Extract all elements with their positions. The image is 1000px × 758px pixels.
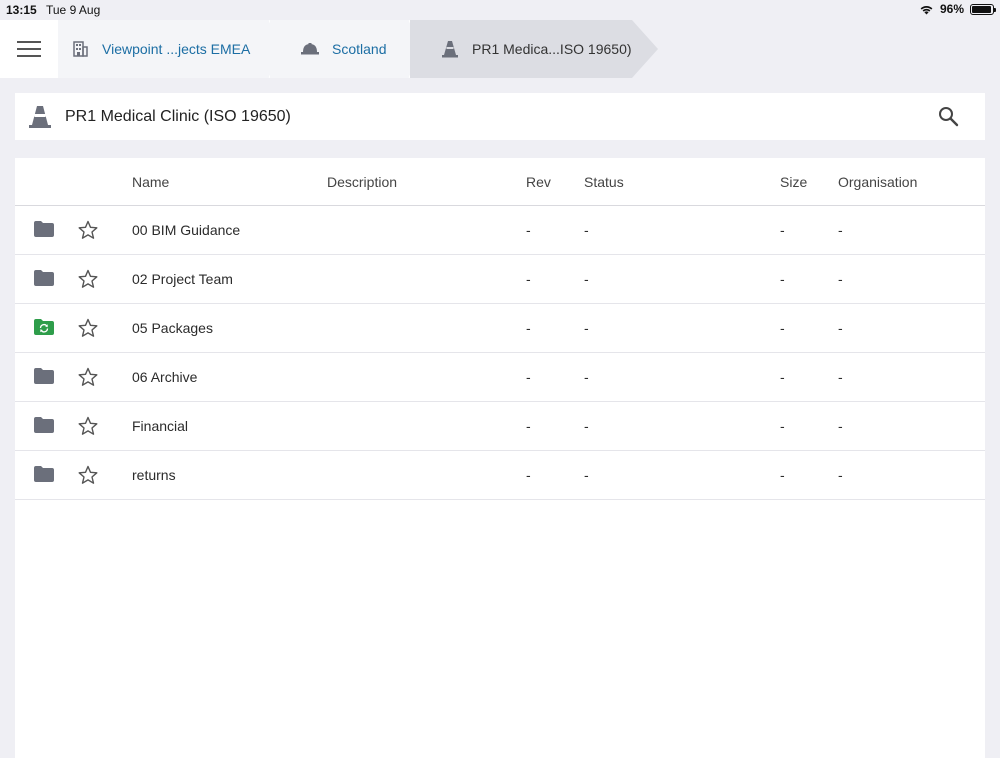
cell-status: -: [584, 369, 589, 385]
table-row[interactable]: 02 Project Team - - - -: [15, 255, 985, 304]
traffic-cone-icon: [29, 105, 51, 129]
hard-hat-icon: [300, 39, 320, 59]
cell-status: -: [584, 320, 589, 336]
star-icon[interactable]: [78, 465, 98, 485]
cell-name: 00 BIM Guidance: [132, 222, 241, 238]
status-right: 96%: [919, 2, 996, 16]
cell-size: -: [780, 369, 785, 385]
table-row[interactable]: 05 Packages - - - -: [15, 304, 985, 353]
breadcrumb-label: Scotland: [332, 41, 387, 57]
cell-size: -: [780, 222, 785, 238]
project-header: PR1 Medical Clinic (ISO 19650): [15, 93, 985, 140]
cell-rev: -: [526, 222, 531, 238]
folder-icon: [34, 221, 54, 237]
navigation-bar: Viewpoint ...jects EMEA Scotland PR1 Med…: [0, 20, 1000, 78]
breadcrumb-end: [632, 20, 658, 78]
column-header-organisation[interactable]: Organisation: [838, 174, 917, 190]
wifi-icon: [920, 5, 933, 14]
cell-organisation: -: [838, 271, 843, 287]
cell-size: -: [780, 467, 785, 483]
table-body: 00 BIM Guidance - - - -02 Project Team - - - -05…: [15, 206, 985, 500]
cell-name: 05 Packages: [132, 320, 213, 336]
page-title: PR1 Medical Clinic (ISO 19650): [65, 107, 291, 125]
hamburger-icon: [17, 41, 41, 57]
status-bar: 13:15 Tue 9 Aug 96%: [0, 0, 1000, 20]
cell-rev: -: [526, 320, 531, 336]
breadcrumb-region[interactable]: Viewpoint ...jects EMEA: [58, 20, 270, 78]
traffic-cone-icon: [440, 39, 460, 59]
column-header-rev[interactable]: Rev: [526, 174, 551, 190]
building-icon: [70, 39, 90, 59]
column-header-description[interactable]: Description: [327, 174, 397, 190]
cell-rev: -: [526, 467, 531, 483]
cell-size: -: [780, 418, 785, 434]
column-header-status[interactable]: Status: [584, 174, 624, 190]
cell-name: Financial: [132, 418, 189, 434]
table-row[interactable]: 06 Archive - - - -: [15, 353, 985, 402]
star-icon[interactable]: [78, 367, 98, 387]
cell-rev: -: [526, 418, 531, 434]
breadcrumb-project[interactable]: PR1 Medica...ISO 19650): [410, 20, 632, 78]
menu-button[interactable]: [0, 20, 58, 78]
folder-icon: [34, 368, 54, 384]
search-icon[interactable]: [937, 105, 959, 127]
cell-name: 06 Archive: [132, 369, 198, 385]
cell-status: -: [584, 271, 589, 287]
star-icon[interactable]: [78, 318, 98, 338]
cell-rev: -: [526, 271, 531, 287]
cell-name: returns: [132, 467, 176, 483]
status-time: 13:15: [6, 3, 37, 17]
folder-icon: [34, 466, 54, 482]
status-date: Tue 9 Aug: [46, 3, 101, 17]
star-icon[interactable]: [78, 220, 98, 240]
cell-organisation: -: [838, 320, 843, 336]
column-header-size[interactable]: Size: [780, 174, 807, 190]
cell-size: -: [780, 320, 785, 336]
column-header-name[interactable]: Name: [132, 174, 169, 190]
battery-percent: 96%: [939, 2, 964, 16]
cell-status: -: [584, 222, 589, 238]
sync-folder-icon: [34, 319, 54, 335]
folder-icon: [34, 270, 54, 286]
cell-name: 02 Project Team: [132, 271, 233, 287]
folder-icon: [34, 417, 54, 433]
cell-organisation: -: [838, 467, 843, 483]
table-row[interactable]: Financial - - - -: [15, 402, 985, 451]
cell-status: -: [584, 418, 589, 434]
table-header: Name Description Rev Status Size Organis…: [15, 158, 985, 206]
cell-rev: -: [526, 369, 531, 385]
cell-organisation: -: [838, 222, 843, 238]
breadcrumb-area[interactable]: Scotland: [270, 20, 410, 78]
battery-icon: [970, 3, 996, 15]
cell-size: -: [780, 271, 785, 287]
star-icon[interactable]: [78, 416, 98, 436]
cell-status: -: [584, 467, 589, 483]
breadcrumb-label: PR1 Medica...ISO 19650): [472, 41, 632, 57]
star-icon[interactable]: [78, 269, 98, 289]
table-row[interactable]: 00 BIM Guidance - - - -: [15, 206, 985, 255]
breadcrumb-label: Viewpoint ...jects EMEA: [102, 41, 251, 57]
cell-organisation: -: [838, 418, 843, 434]
table-row[interactable]: returns - - - -: [15, 451, 985, 500]
documents-table: Name Description Rev Status Size Organis…: [15, 158, 985, 758]
cell-organisation: -: [838, 369, 843, 385]
